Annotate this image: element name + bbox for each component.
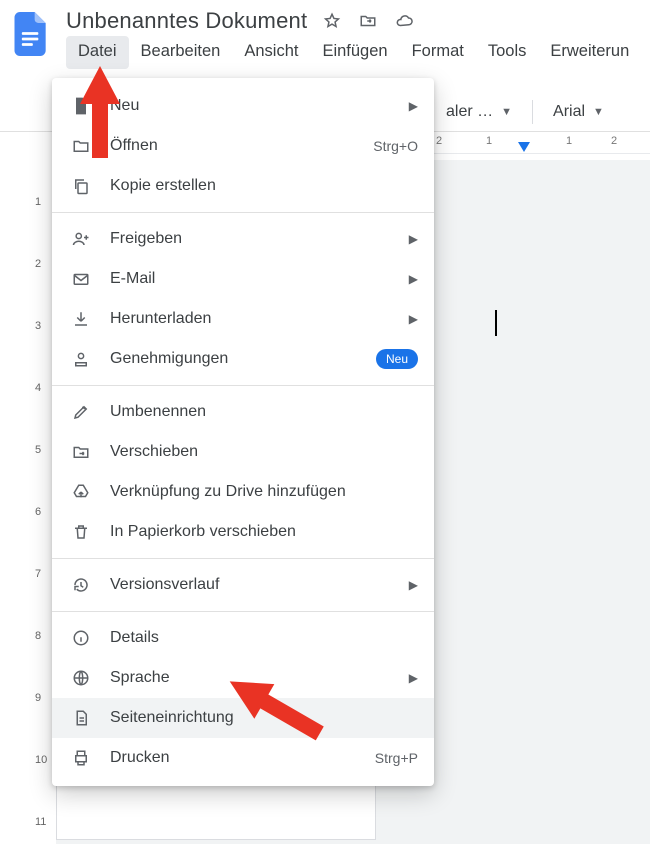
menu-item-drive-verknuepfung[interactable]: Verknüpfung zu Drive hinzufügen — [52, 472, 434, 512]
menu-shortcut: Strg+P — [375, 750, 418, 766]
chevron-down-icon: ▼ — [501, 106, 512, 118]
approval-icon — [70, 348, 92, 370]
ruler-tick: 1 — [35, 196, 41, 208]
menu-item-label: E-Mail — [110, 270, 409, 288]
menu-datei[interactable]: Datei — [66, 36, 129, 69]
ruler-tick: 10 — [35, 754, 47, 766]
font-selector[interactable]: Arial ▼ — [547, 99, 610, 125]
menu-item-versionsverlauf[interactable]: Versionsverlauf ▶ — [52, 565, 434, 605]
menu-item-label: Kopie erstellen — [110, 177, 418, 195]
menu-item-label: Öffnen — [110, 137, 373, 155]
menu-item-genehmigungen[interactable]: Genehmigungen Neu — [52, 339, 434, 379]
person-plus-icon — [70, 228, 92, 250]
menu-separator — [52, 385, 434, 386]
menu-item-label: Versionsverlauf — [110, 576, 409, 594]
ruler-tick: 1 — [486, 135, 492, 147]
text-cursor — [495, 310, 497, 336]
toolbar-separator — [532, 100, 533, 124]
move-icon[interactable] — [357, 10, 379, 32]
menubar: Datei Bearbeiten Ansicht Einfügen Format… — [58, 34, 650, 69]
ruler-tick: 2 — [35, 258, 41, 270]
ruler-tick: 6 — [35, 506, 41, 518]
submenu-arrow-icon: ▶ — [409, 578, 418, 592]
ruler-tick: 2 — [611, 135, 617, 147]
menu-einfuegen[interactable]: Einfügen — [310, 36, 399, 69]
menu-separator — [52, 558, 434, 559]
neu-badge: Neu — [376, 349, 418, 369]
menu-item-herunterladen[interactable]: Herunterladen ▶ — [52, 299, 434, 339]
font-label: Arial — [553, 103, 585, 121]
history-icon — [70, 574, 92, 596]
move-folder-icon — [70, 441, 92, 463]
mail-icon — [70, 268, 92, 290]
menu-item-label: Freigeben — [110, 230, 409, 248]
vertical-ruler[interactable]: 1 2 3 4 5 6 7 8 9 10 11 — [30, 160, 54, 844]
menu-item-label: Umbenennen — [110, 403, 418, 421]
menu-shortcut: Strg+O — [373, 138, 418, 154]
submenu-arrow-icon: ▶ — [409, 671, 418, 685]
document-title[interactable]: Unbenanntes Dokument — [66, 8, 307, 34]
ruler-tick: 2 — [436, 135, 442, 147]
star-icon[interactable] — [321, 10, 343, 32]
menu-item-label: Genehmigungen — [110, 350, 376, 368]
indent-marker-icon[interactable] — [518, 142, 530, 152]
menu-tools[interactable]: Tools — [476, 36, 539, 69]
menu-bearbeiten[interactable]: Bearbeiten — [129, 36, 233, 69]
menu-item-label: Verschieben — [110, 443, 418, 461]
ruler-tick: 11 — [35, 816, 46, 828]
copy-icon — [70, 175, 92, 197]
ruler-tick: 1 — [566, 135, 572, 147]
menu-item-email[interactable]: E-Mail ▶ — [52, 259, 434, 299]
docs-logo[interactable] — [10, 8, 52, 60]
menu-item-label: Drucken — [110, 749, 375, 767]
submenu-arrow-icon: ▶ — [409, 312, 418, 326]
info-icon — [70, 627, 92, 649]
menu-item-papierkorb[interactable]: In Papierkorb verschieben — [52, 512, 434, 552]
ruler-tick: 4 — [35, 382, 41, 394]
menu-item-verschieben[interactable]: Verschieben — [52, 432, 434, 472]
menu-item-label: Neu — [110, 97, 409, 115]
page-setup-icon — [70, 707, 92, 729]
annotation-arrow-bottom — [225, 648, 333, 744]
menu-separator — [52, 611, 434, 612]
menu-ansicht[interactable]: Ansicht — [232, 36, 310, 69]
menu-item-drucken[interactable]: Drucken Strg+P — [52, 738, 434, 778]
menu-item-kopie[interactable]: Kopie erstellen — [52, 166, 434, 206]
submenu-arrow-icon: ▶ — [409, 232, 418, 246]
ruler-tick: 9 — [35, 692, 41, 704]
ruler-tick: 5 — [35, 444, 41, 456]
menu-item-label: Herunterladen — [110, 310, 409, 328]
menu-erweiterungen[interactable]: Erweiterun — [538, 36, 641, 69]
cloud-status-icon[interactable] — [393, 10, 415, 32]
ruler-tick: 8 — [35, 630, 41, 642]
submenu-arrow-icon: ▶ — [409, 99, 418, 113]
print-icon — [70, 747, 92, 769]
menu-item-label: In Papierkorb verschieben — [110, 523, 418, 541]
menu-item-umbenennen[interactable]: Umbenennen — [52, 392, 434, 432]
menu-item-label: Details — [110, 629, 418, 647]
rename-icon — [70, 401, 92, 423]
menu-separator — [52, 212, 434, 213]
menu-item-label: Verknüpfung zu Drive hinzufügen — [110, 483, 418, 501]
menu-format[interactable]: Format — [400, 36, 476, 69]
ruler-tick: 3 — [35, 320, 41, 332]
globe-icon — [70, 667, 92, 689]
paragraph-style-selector[interactable]: aler … ▼ — [440, 99, 518, 125]
paragraph-style-label: aler … — [446, 103, 493, 121]
annotation-arrow-top — [76, 66, 124, 158]
trash-icon — [70, 521, 92, 543]
drive-shortcut-icon — [70, 481, 92, 503]
menu-item-freigeben[interactable]: Freigeben ▶ — [52, 219, 434, 259]
download-icon — [70, 308, 92, 330]
ruler-tick: 7 — [35, 568, 41, 580]
submenu-arrow-icon: ▶ — [409, 272, 418, 286]
chevron-down-icon: ▼ — [593, 106, 604, 118]
